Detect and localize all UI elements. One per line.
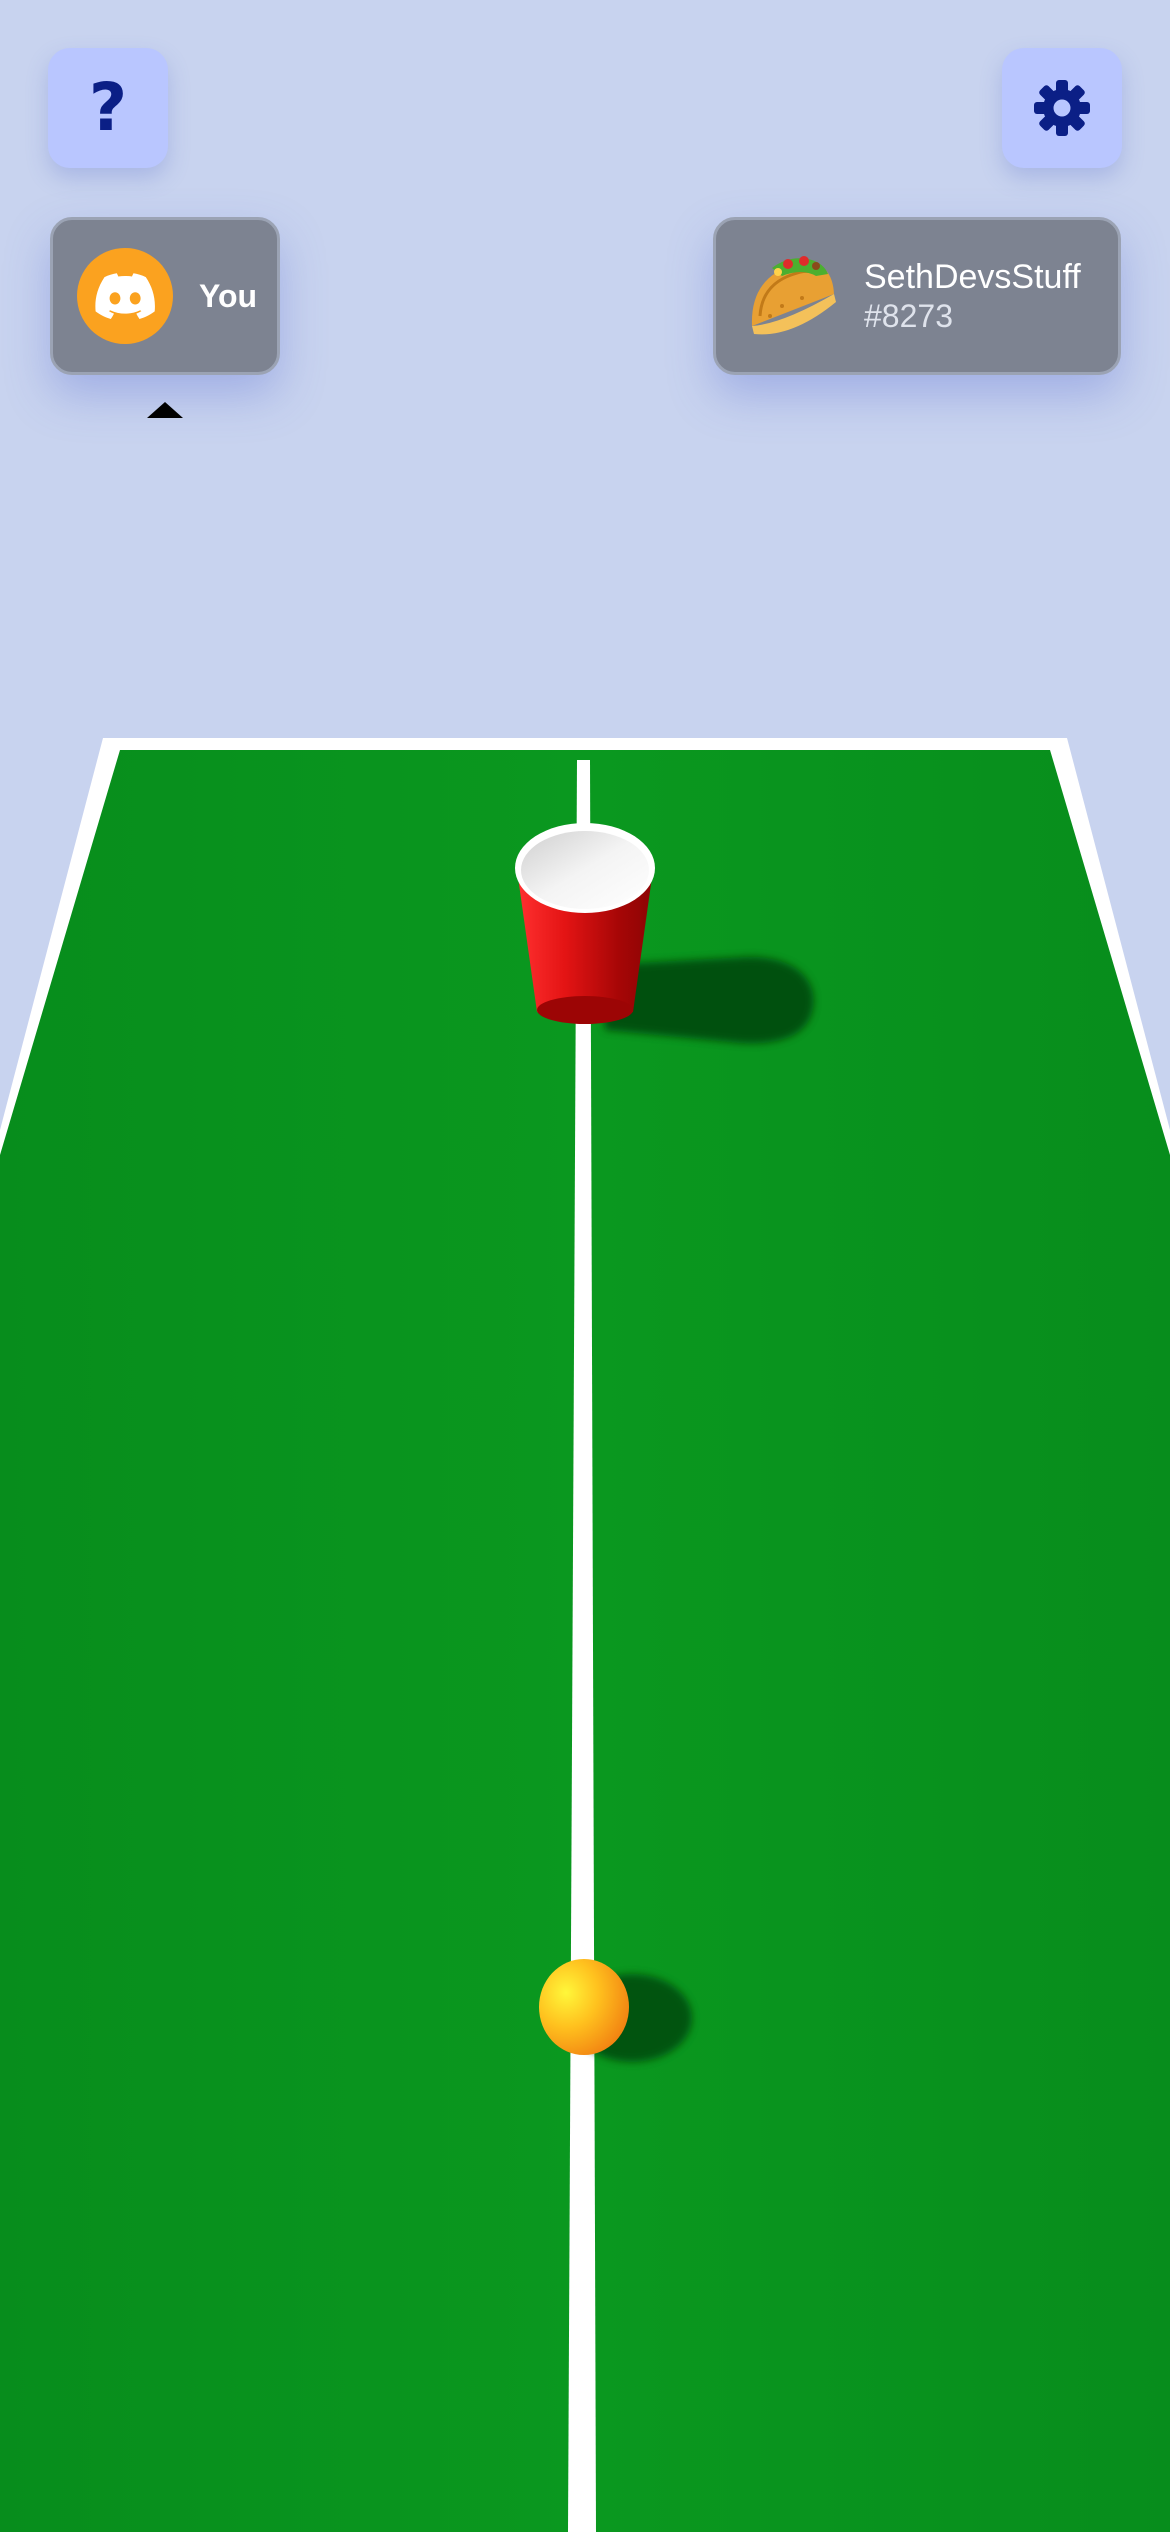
player-name-opponent: SethDevsStuff (864, 258, 1081, 296)
player-card-you: You (50, 217, 280, 375)
player-name-you: You (199, 277, 258, 314)
settings-button[interactable] (1002, 48, 1122, 168)
avatar (77, 248, 173, 344)
gear-icon (1034, 80, 1090, 136)
taco-icon (751, 256, 836, 335)
game-scene[interactable] (0, 0, 1170, 2532)
player-tag-opponent: #8273 (864, 298, 953, 334)
discord-logo-icon (95, 273, 155, 319)
question-mark-icon: ? (88, 69, 128, 146)
player-card-opponent: SethDevsStuff #8273 (713, 217, 1121, 375)
ping-pong-ball[interactable] (539, 1959, 629, 2055)
red-cup (515, 823, 655, 1024)
turn-indicator-arrow (147, 402, 183, 418)
help-button[interactable]: ? (48, 48, 168, 168)
